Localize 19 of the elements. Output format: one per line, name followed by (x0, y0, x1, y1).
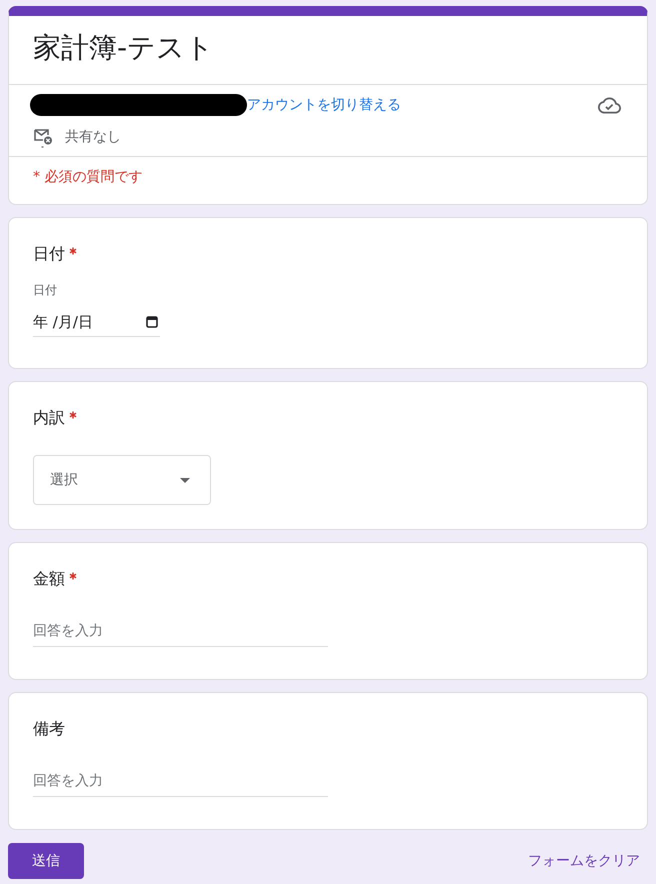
sharing-status: 共有なし (65, 128, 121, 146)
question-title: 金額 (33, 568, 65, 590)
switch-account-link[interactable]: アカウントを切り替える (247, 96, 401, 114)
cloud-check-icon (598, 96, 621, 114)
form-title: 家計簿-テスト (9, 16, 647, 85)
answer-field[interactable]: 回答を入力 (33, 615, 328, 647)
question-title: 内訳 (33, 407, 65, 429)
caret-icon (180, 478, 190, 482)
answer-field[interactable]: 回答を入力 (33, 765, 328, 797)
submit-button[interactable]: 送信 (8, 843, 84, 879)
clear-form-link[interactable]: フォームをクリア (528, 852, 640, 870)
dropdown-select[interactable]: 選択 (33, 455, 211, 505)
calendar-icon (146, 316, 158, 328)
question-title: 備考 (33, 718, 65, 740)
envelope-x-icon (33, 126, 53, 148)
date-field[interactable]: 年 /月/日 (33, 308, 160, 337)
required-note: * 必須の質問です (32, 168, 144, 187)
question-title: 日付 (33, 243, 65, 265)
date-sublabel: 日付 (33, 282, 57, 298)
